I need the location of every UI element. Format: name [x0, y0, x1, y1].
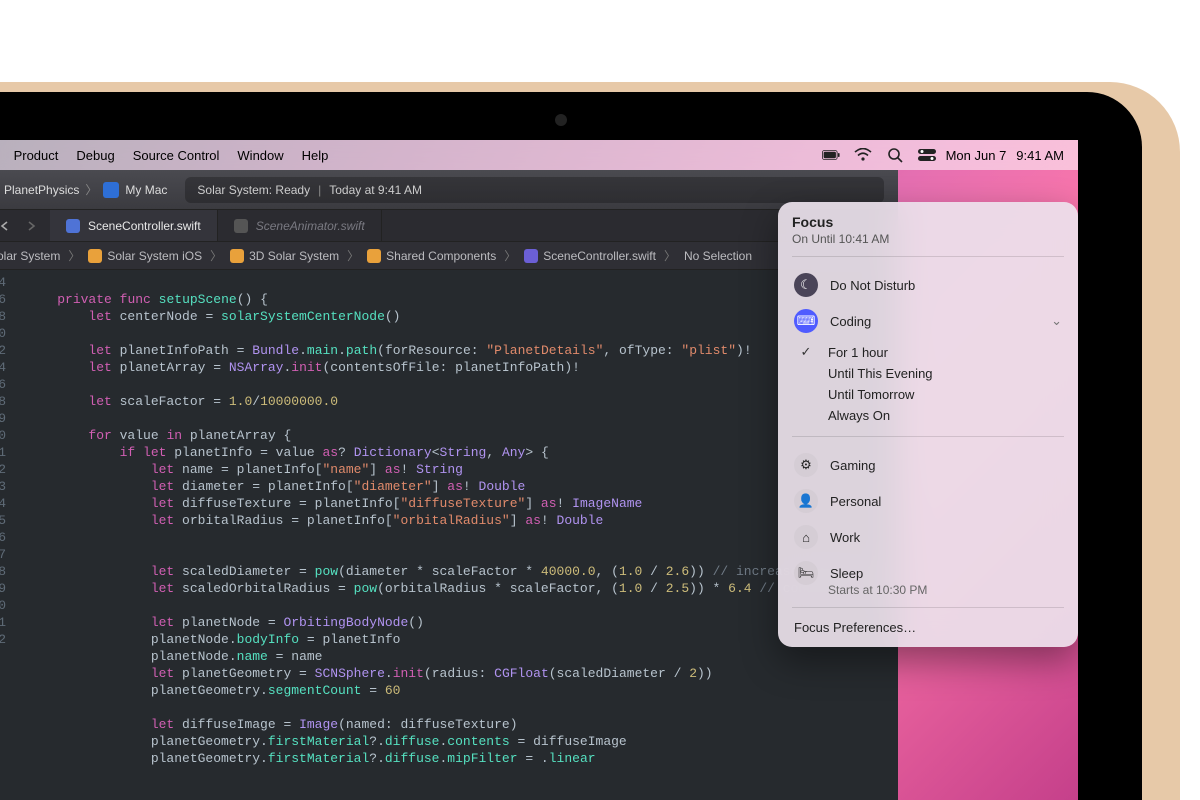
folder-icon [367, 249, 381, 263]
menu-item[interactable]: Product [14, 148, 59, 163]
status-icons [822, 148, 936, 162]
folder-icon [88, 249, 102, 263]
person-icon: 👤 [794, 489, 818, 513]
mac-device-icon [103, 182, 119, 198]
moon-icon: ☾ [794, 273, 818, 297]
menubar-datetime[interactable]: Mon Jun 7 9:41 AM [946, 148, 1064, 163]
line-gutter: 83 84 85 86 87 88 89 90 91 92 93 94 95 9… [0, 270, 16, 800]
focus-mode-gaming[interactable]: ⚙Gaming [792, 447, 1064, 483]
breadcrumb-item[interactable]: No Selection [682, 249, 754, 263]
swift-file-icon [234, 219, 248, 233]
focus-option[interactable]: Always On [794, 405, 1064, 426]
back-button[interactable] [0, 210, 18, 242]
activity-status: Solar System: Ready [197, 183, 310, 197]
xcode-window: PlanetPhysics 〉 My Mac Solar System: Rea… [0, 170, 898, 800]
focus-preferences[interactable]: Focus Preferences… [792, 618, 1064, 637]
xcode-toolbar: PlanetPhysics 〉 My Mac Solar System: Rea… [0, 170, 898, 210]
tab-scenecontroller[interactable]: SceneController.swift [50, 210, 218, 241]
menu-item[interactable]: Window [237, 148, 283, 163]
breadcrumb-item[interactable]: Solar System [0, 249, 62, 263]
menubar-time: 9:41 AM [1016, 148, 1064, 163]
battery-icon[interactable] [822, 148, 840, 162]
focus-popover: Focus On Until 10:41 AM ☾ Do Not Disturb… [778, 202, 1078, 647]
code-content: private func setupScene() { let centerNo… [16, 270, 898, 800]
menu-item[interactable]: Help [302, 148, 329, 163]
forward-button[interactable] [18, 210, 44, 242]
menu-item[interactable]: Source Control [133, 148, 220, 163]
focus-option[interactable]: Until This Evening [794, 363, 1064, 384]
focus-subtitle: On Until 10:41 AM [792, 232, 1064, 246]
tab-bar: SceneController.swift SceneAnimator.swif… [0, 210, 898, 242]
device-frame: or Product Debug Source Control Window H… [0, 82, 1180, 800]
swift-file-icon [524, 249, 538, 263]
tab-sceneanimator[interactable]: SceneAnimator.swift [218, 210, 382, 241]
focus-duration-options: ✓For 1 hour Until This Evening Until Tom… [794, 341, 1064, 426]
breadcrumb-item[interactable]: Solar System iOS [86, 249, 204, 263]
focus-option[interactable]: ✓For 1 hour [794, 341, 1064, 363]
breadcrumb-item[interactable]: 3D Solar System [228, 249, 341, 263]
chevron-down-icon: ⌄ [1051, 313, 1062, 329]
activity-bar: Solar System: Ready | Today at 9:41 AM [185, 177, 884, 203]
menubar-menus: or Product Debug Source Control Window H… [0, 148, 328, 163]
menubar-date: Mon Jun 7 [946, 148, 1007, 163]
activity-time: Today at 9:41 AM [329, 183, 422, 197]
check-icon: ✓ [794, 344, 818, 360]
focus-mode-work[interactable]: ⌂Work [792, 519, 1064, 555]
focus-mode-label: Do Not Disturb [830, 278, 1062, 293]
focus-title: Focus [792, 214, 1064, 230]
tab-label: SceneAnimator.swift [256, 219, 365, 233]
tab-label: SceneController.swift [88, 219, 201, 233]
scheme-device: My Mac [125, 183, 167, 197]
focus-mode-personal[interactable]: 👤Personal [792, 483, 1064, 519]
focus-mode-coding[interactable]: ⌨ Coding ⌄ [792, 303, 1064, 339]
bezel: or Product Debug Source Control Window H… [0, 92, 1142, 800]
focus-mode-label: Coding [830, 314, 1039, 329]
bed-icon: 🛏 [794, 561, 818, 585]
code-editor[interactable]: 83 84 85 86 87 88 89 90 91 92 93 94 95 9… [0, 270, 898, 800]
jump-bar[interactable]: Solar System〉 Solar System iOS〉 3D Solar… [0, 242, 898, 270]
menu-item[interactable]: Debug [76, 148, 114, 163]
keyboard-icon: ⌨ [794, 309, 818, 333]
scheme-selector[interactable]: PlanetPhysics 〉 My Mac [0, 177, 175, 202]
focus-mode-sleep[interactable]: 🛏Sleep [792, 555, 1064, 585]
control-center-icon[interactable] [918, 148, 936, 162]
wifi-icon[interactable] [854, 148, 872, 162]
scheme-target: PlanetPhysics [4, 183, 79, 197]
swift-file-icon [66, 219, 80, 233]
menubar: or Product Debug Source Control Window H… [0, 140, 1078, 170]
folder-icon [230, 249, 244, 263]
screen: or Product Debug Source Control Window H… [0, 140, 1078, 800]
breadcrumb-item[interactable]: Shared Components [365, 249, 498, 263]
breadcrumb-item[interactable]: SceneController.swift [522, 249, 658, 263]
briefcase-icon: ⌂ [794, 525, 818, 549]
gear-icon: ⚙ [794, 453, 818, 477]
camera-dot [555, 114, 567, 126]
focus-mode-subtitle: Starts at 10:30 PM [828, 583, 1064, 597]
focus-option[interactable]: Until Tomorrow [794, 384, 1064, 405]
focus-mode-dnd[interactable]: ☾ Do Not Disturb [792, 267, 1064, 303]
spotlight-icon[interactable] [886, 148, 904, 162]
